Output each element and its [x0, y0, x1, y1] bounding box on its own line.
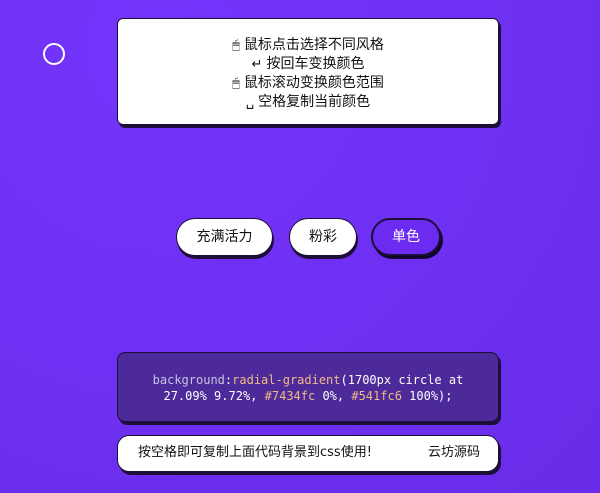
space-key-icon: ␣: [245, 95, 255, 110]
instruction-space: ␣ 空格复制当前颜色: [118, 93, 498, 112]
enter-key-icon: ↵: [251, 57, 263, 72]
instruction-mouse-click: 🖱 鼠标点击选择不同风格: [118, 36, 498, 55]
code-line-1: background:radial-gradient(1700px circle…: [118, 372, 498, 388]
instruction-scroll: 🖱 鼠标滚动变换颜色范围: [118, 74, 498, 93]
instruction-text: 鼠标滚动变换颜色范围: [243, 75, 384, 91]
code-property: background: [152, 373, 225, 387]
instruction-text: 鼠标点击选择不同风格: [243, 37, 384, 53]
style-button-pastel[interactable]: 粉彩: [289, 218, 357, 256]
css-code-display[interactable]: background:radial-gradient(1700px circle…: [117, 352, 499, 422]
style-selector: 充满活力 粉彩 单色: [0, 218, 600, 260]
style-button-vibrant[interactable]: 充满活力: [176, 218, 273, 256]
code-position: 27.09% 9.72%,: [163, 389, 265, 403]
instruction-enter: ↵ 按回车变换颜色: [118, 55, 498, 74]
code-stop-start: 0%,: [315, 389, 352, 403]
code-args: (1700px circle at: [340, 373, 464, 387]
instructions-panel: 🖱 鼠标点击选择不同风格 ↵ 按回车变换颜色 🖱 鼠标滚动变换颜色范围 ␣ 空格复制当前…: [117, 18, 499, 125]
style-button-monochrome[interactable]: 单色: [371, 218, 441, 256]
cursor-ring-icon: [43, 43, 65, 65]
mouse-icon: 🖱: [232, 38, 240, 53]
code-function: radial-gradient: [232, 373, 341, 387]
code-color-end: #541fc6: [351, 389, 402, 403]
footer-bar: 按空格即可复制上面代码背景到css使用! 云坊源码: [117, 435, 499, 472]
mouse-wheel-icon: 🖱: [232, 76, 240, 91]
code-line-2: 27.09% 9.72%, #7434fc 0%, #541fc6 100%);: [118, 388, 498, 404]
source-link[interactable]: 云坊源码: [428, 436, 480, 470]
instruction-text: 空格复制当前颜色: [258, 94, 371, 110]
instruction-text: 按回车变换颜色: [266, 56, 365, 72]
code-stop-end: 100%);: [401, 389, 453, 403]
copy-hint: 按空格即可复制上面代码背景到css使用!: [138, 445, 372, 460]
code-color-start: #7434fc: [264, 389, 316, 403]
